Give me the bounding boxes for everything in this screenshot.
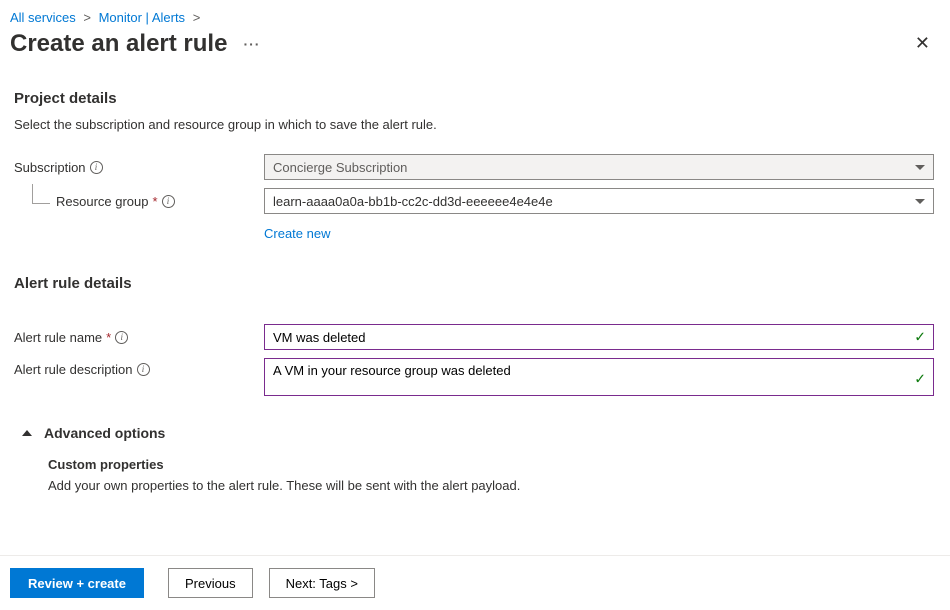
next-button[interactable]: Next: Tags > bbox=[269, 568, 375, 598]
alert-desc-field: ✓ bbox=[264, 358, 934, 399]
breadcrumb: All services > Monitor | Alerts > bbox=[0, 0, 950, 29]
footer-actions: Review + create Previous Next: Tags > bbox=[0, 555, 950, 610]
project-details-heading: Project details bbox=[14, 90, 936, 107]
alert-name-input[interactable] bbox=[264, 324, 934, 350]
tree-line-icon bbox=[32, 184, 50, 204]
main-content: Project details Select the subscription … bbox=[0, 76, 950, 493]
alert-name-label: Alert rule name * i bbox=[14, 330, 264, 345]
custom-properties-block: Custom properties Add your own propertie… bbox=[48, 457, 936, 493]
custom-properties-title: Custom properties bbox=[48, 457, 936, 472]
resource-group-row: Resource group * i learn-aaaa0a0a-bb1b-c… bbox=[14, 188, 936, 214]
alert-name-label-text: Alert rule name bbox=[14, 330, 102, 345]
page-title-row: Create an alert rule ··· bbox=[10, 30, 264, 58]
breadcrumb-sep: > bbox=[189, 10, 205, 25]
checkmark-icon: ✓ bbox=[914, 370, 926, 387]
alert-desc-row: Alert rule description i ✓ bbox=[14, 358, 936, 399]
checkmark-icon: ✓ bbox=[914, 329, 926, 346]
create-new-link[interactable]: Create new bbox=[264, 226, 330, 241]
breadcrumb-sep: > bbox=[79, 10, 95, 25]
advanced-options-toggle[interactable]: Advanced options bbox=[14, 425, 936, 441]
required-asterisk: * bbox=[106, 330, 111, 345]
close-icon[interactable]: ✕ bbox=[907, 29, 938, 58]
subscription-select[interactable]: Concierge Subscription bbox=[264, 154, 934, 180]
alert-desc-input[interactable] bbox=[264, 358, 934, 396]
more-actions-icon[interactable]: ··· bbox=[239, 36, 264, 52]
breadcrumb-all-services[interactable]: All services bbox=[10, 10, 76, 25]
project-details-desc: Select the subscription and resource gro… bbox=[14, 117, 936, 132]
advanced-options-label: Advanced options bbox=[44, 425, 165, 441]
review-create-button[interactable]: Review + create bbox=[10, 568, 144, 598]
subscription-value: Concierge Subscription bbox=[273, 160, 407, 175]
previous-button[interactable]: Previous bbox=[168, 568, 253, 598]
resource-group-value: learn-aaaa0a0a-bb1b-cc2c-dd3d-eeeeee4e4e… bbox=[273, 194, 553, 209]
required-asterisk: * bbox=[153, 194, 158, 209]
alert-name-field: ✓ bbox=[264, 324, 934, 350]
chevron-down-icon bbox=[915, 165, 925, 170]
resource-group-select[interactable]: learn-aaaa0a0a-bb1b-cc2c-dd3d-eeeeee4e4e… bbox=[264, 188, 934, 214]
subscription-field: Concierge Subscription bbox=[264, 154, 934, 180]
page-title: Create an alert rule bbox=[10, 30, 227, 58]
alert-details-heading: Alert rule details bbox=[14, 275, 936, 292]
info-icon[interactable]: i bbox=[115, 331, 128, 344]
resource-group-label: Resource group * i bbox=[14, 194, 264, 209]
subscription-label: Subscription i bbox=[14, 160, 264, 175]
chevron-up-icon bbox=[22, 430, 32, 436]
info-icon[interactable]: i bbox=[137, 363, 150, 376]
resource-group-label-text: Resource group bbox=[56, 194, 149, 209]
breadcrumb-monitor-alerts[interactable]: Monitor | Alerts bbox=[99, 10, 185, 25]
chevron-down-icon bbox=[915, 199, 925, 204]
page-header: Create an alert rule ··· ✕ bbox=[0, 29, 950, 76]
alert-desc-label-text: Alert rule description bbox=[14, 362, 133, 377]
resource-group-field: learn-aaaa0a0a-bb1b-cc2c-dd3d-eeeeee4e4e… bbox=[264, 188, 934, 214]
info-icon[interactable]: i bbox=[162, 195, 175, 208]
alert-name-row: Alert rule name * i ✓ bbox=[14, 324, 936, 350]
subscription-label-text: Subscription bbox=[14, 160, 86, 175]
custom-properties-desc: Add your own properties to the alert rul… bbox=[48, 478, 936, 493]
info-icon[interactable]: i bbox=[90, 161, 103, 174]
subscription-row: Subscription i Concierge Subscription bbox=[14, 154, 936, 180]
alert-desc-label: Alert rule description i bbox=[14, 358, 264, 377]
